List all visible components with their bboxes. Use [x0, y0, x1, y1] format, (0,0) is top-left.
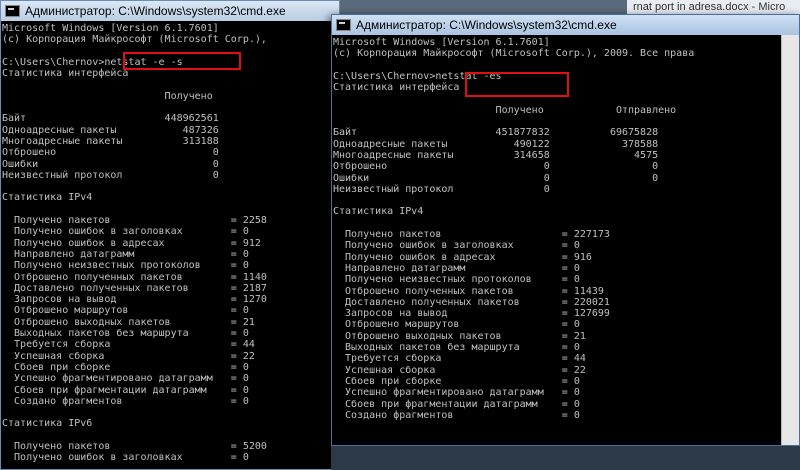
- cmd-icon: [336, 19, 351, 31]
- console-line: (c) Корпорация Майкрософт (Microsoft Cor…: [2, 34, 267, 46]
- console-line: Microsoft Windows [Version 6.1.7601]: [333, 37, 550, 48]
- console-line: Получено ошибок в заголовках = 0: [2, 226, 249, 238]
- console-line: Запросов на вывод = 1270: [2, 294, 267, 306]
- console-line: Неизвестный протокол 0: [2, 169, 219, 181]
- cmd-window-back[interactable]: Администратор: C:\Windows\system32\cmd.e…: [0, 0, 340, 470]
- console-line: Получено пакетов = 5200: [2, 440, 267, 452]
- console-line: Требуется сборка = 44: [333, 353, 586, 365]
- title-bar[interactable]: Администратор: C:\Windows\system32\cmd.e…: [1, 1, 339, 21]
- console-line: Ошибки 0: [2, 158, 219, 170]
- console-line: Получено: [2, 90, 213, 102]
- console-line: Требуется сборка = 44: [2, 339, 255, 351]
- console-line: Направлено датаграмм = 0: [333, 262, 580, 274]
- console-line: Отброшено выходных пакетов = 21: [2, 316, 255, 328]
- console-line: Многоадресные пакеты 313188: [2, 135, 219, 147]
- console-line: Ошибки 0 0: [333, 172, 659, 184]
- console-line: Статистика IPv6: [2, 418, 93, 430]
- console-line: Получено ошибок в заголовках = 0: [2, 452, 249, 464]
- console-line: Запросов на вывод = 127699: [333, 308, 610, 320]
- console-line: Статистика IPv4: [333, 206, 424, 218]
- console-line: Байт 448962561: [2, 113, 219, 125]
- cmd-icon: [5, 5, 20, 17]
- console-line: Успешная сборка = 22: [333, 364, 586, 376]
- desktop-background: [331, 446, 800, 470]
- console-line: Отброшено 0 0: [333, 161, 659, 173]
- console-line: Успешно фрагментировано датаграмм = 0: [2, 373, 249, 385]
- console-line: Отброшено полученных пакетов = 11439: [333, 285, 604, 297]
- console-line: Статистика IPv4: [2, 192, 93, 204]
- console-line: Успешно фрагментировано датаграмм = 0: [333, 387, 580, 399]
- console-line: Получено ошибок в адресах = 916: [333, 251, 592, 263]
- background-document-title: rnat port in adresa.docx - Micro: [627, 0, 800, 14]
- command-highlight: [465, 72, 569, 97]
- console-line: Сбоев при фрагментации датаграмм = 0: [333, 398, 580, 410]
- console-line: Получено Отправлено: [333, 104, 677, 116]
- console-line: Отброшено маршрутов = 0: [2, 305, 249, 317]
- title-bar[interactable]: Администратор: C:\Windows\system32\cmd.e…: [332, 15, 799, 35]
- console-line: Отброшено маршрутов = 0: [333, 319, 580, 331]
- console-line: Создано фрагментов = 0: [2, 395, 249, 407]
- console-line: Многоадресные пакеты 314658 4575: [333, 149, 659, 161]
- command-highlight: [123, 52, 241, 70]
- console-output[interactable]: Microsoft Windows [Version 6.1.7601] (c) …: [1, 21, 339, 469]
- scrollbar[interactable]: [781, 35, 799, 445]
- console-line: Направлено датаграмм = 0: [2, 248, 249, 260]
- console-line: Доставлено полученных пакетов = 220021: [333, 296, 610, 308]
- console-line: Одноадресные пакеты 487326: [2, 124, 219, 136]
- console-line: Отброшено полученных пакетов = 1140: [2, 271, 267, 283]
- console-line: Выходных пакетов без маршрута = 0: [333, 342, 580, 354]
- console-line: Доставлено полученных пакетов = 2187: [2, 282, 267, 294]
- console-line: Получено неизвестных протоколов = 0: [2, 260, 249, 272]
- console-line: Выходных пакетов без маршрута = 0: [2, 328, 249, 340]
- console-line: Получено ошибок в адресах = 912: [2, 237, 261, 249]
- console-line: (c) Корпорация Майкрософт (Microsoft Cor…: [333, 48, 695, 60]
- console-line: Сбоев при фрагментации датаграмм = 0: [2, 384, 249, 396]
- console-line: Отброшено 0: [2, 147, 219, 159]
- console-line: Microsoft Windows [Version 6.1.7601]: [2, 23, 219, 34]
- console-line: Успешная сборка = 22: [2, 350, 255, 362]
- console-line: Получено ошибок в заголовках = 0: [333, 240, 580, 252]
- console-line: Получено пакетов = 227173: [333, 229, 610, 241]
- console-line: Сбоев при сборке = 0: [333, 375, 580, 387]
- console-line: Получено пакетов = 2258: [2, 215, 267, 227]
- console-line: Одноадресные пакеты 490122 378588: [333, 138, 659, 150]
- window-title: Администратор: C:\Windows\system32\cmd.e…: [356, 18, 617, 32]
- console-line: Байт 451877832 69675828: [333, 127, 659, 139]
- window-title: Администратор: C:\Windows\system32\cmd.e…: [25, 4, 286, 18]
- console-line: Сбоев при сборке = 0: [2, 361, 249, 373]
- console-line: Создано фрагментов = 0: [333, 409, 580, 421]
- console-line: Получено неизвестных протоколов = 0: [333, 274, 580, 286]
- console-line: Неизвестный протокол 0: [333, 183, 550, 195]
- console-line: Отброшено выходных пакетов = 21: [333, 330, 586, 342]
